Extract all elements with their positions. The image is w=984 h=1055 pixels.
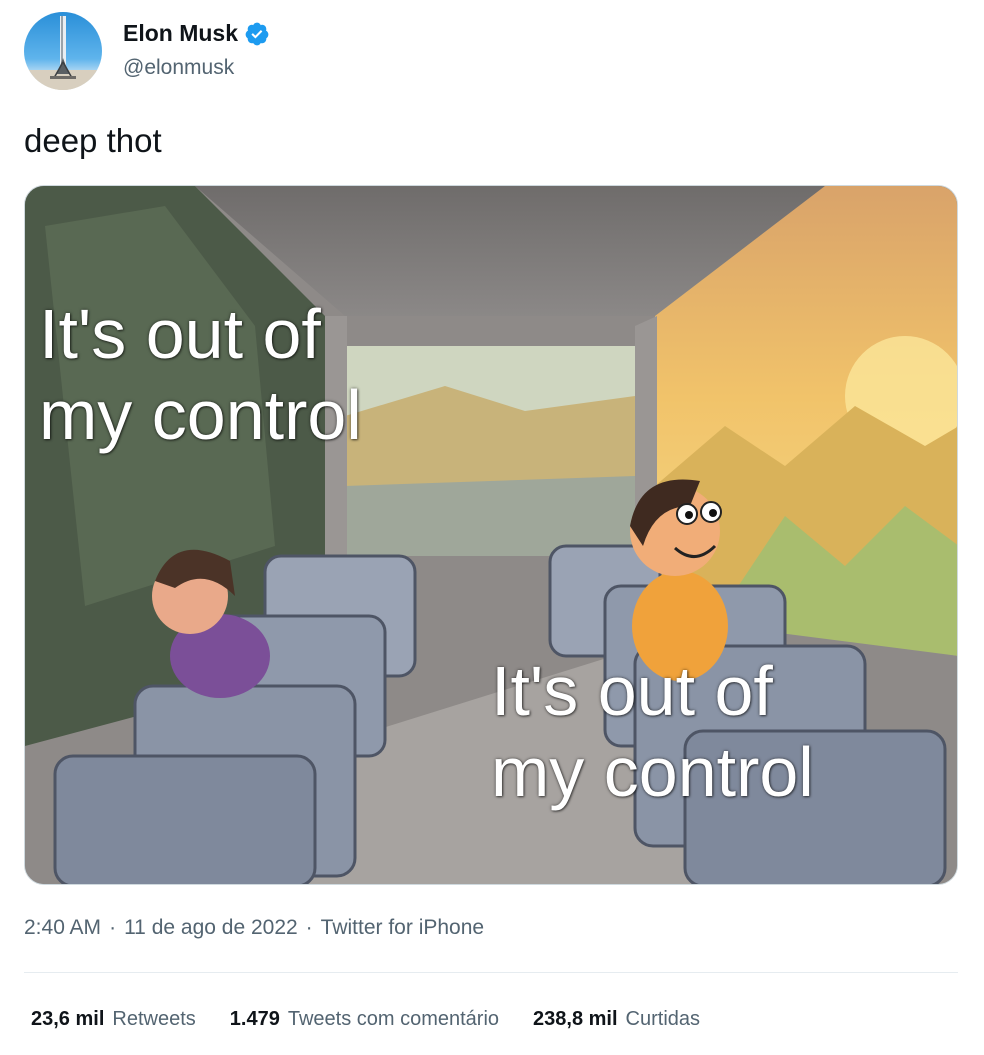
meme-caption-right: It's out of my control (491, 651, 814, 812)
author-handle[interactable]: @elonmusk (123, 56, 234, 80)
tweet-source[interactable]: Twitter for iPhone (321, 916, 484, 940)
meme-caption-right-line2: my control (491, 732, 814, 811)
quotes-stat[interactable]: 1.479 Tweets com comentário (230, 1008, 499, 1031)
meme-caption-left: It's out of my control (39, 294, 362, 455)
author-display-name[interactable]: Elon Musk (123, 20, 238, 47)
meta-separator: · (305, 916, 313, 939)
quotes-count: 1.479 (229, 1008, 280, 1030)
rocket-avatar-image (24, 16, 102, 90)
meme-caption-left-line1: It's out of (39, 295, 321, 373)
retweets-count: 23,6 mil (31, 1008, 105, 1030)
tweet-stats: 23,6 mil Retweets 1.479 Tweets com comen… (31, 1008, 700, 1031)
avatar[interactable] (24, 12, 102, 90)
meme-caption-right-line1: It's out of (491, 652, 773, 730)
meta-separator: · (109, 916, 117, 939)
meme-image[interactable]: It's out of my control It's out of my co… (24, 185, 958, 885)
retweets-stat[interactable]: 23,6 mil Retweets (31, 1008, 196, 1031)
tweet-date[interactable]: 11 de ago de 2022 (124, 916, 298, 940)
retweets-label: Retweets (112, 1008, 196, 1030)
tweet-card: Elon Musk @elonmusk deep thot It's out o… (0, 0, 984, 1055)
tweet-time[interactable]: 2:40 AM (24, 916, 101, 940)
likes-stat[interactable]: 238,8 mil Curtidas (533, 1008, 700, 1031)
likes-label: Curtidas (625, 1008, 701, 1030)
divider (24, 972, 958, 973)
quotes-label: Tweets com comentário (287, 1008, 500, 1030)
meme-caption-left-line2: my control (39, 375, 362, 454)
verified-badge-icon (245, 22, 269, 45)
tweet-text: deep thot (24, 122, 162, 159)
tweet-meta: 2:40 AM · 11 de ago de 2022 · Twitter fo… (24, 916, 484, 940)
author-name-row[interactable]: Elon Musk (123, 20, 270, 47)
likes-count: 238,8 mil (533, 1008, 618, 1030)
